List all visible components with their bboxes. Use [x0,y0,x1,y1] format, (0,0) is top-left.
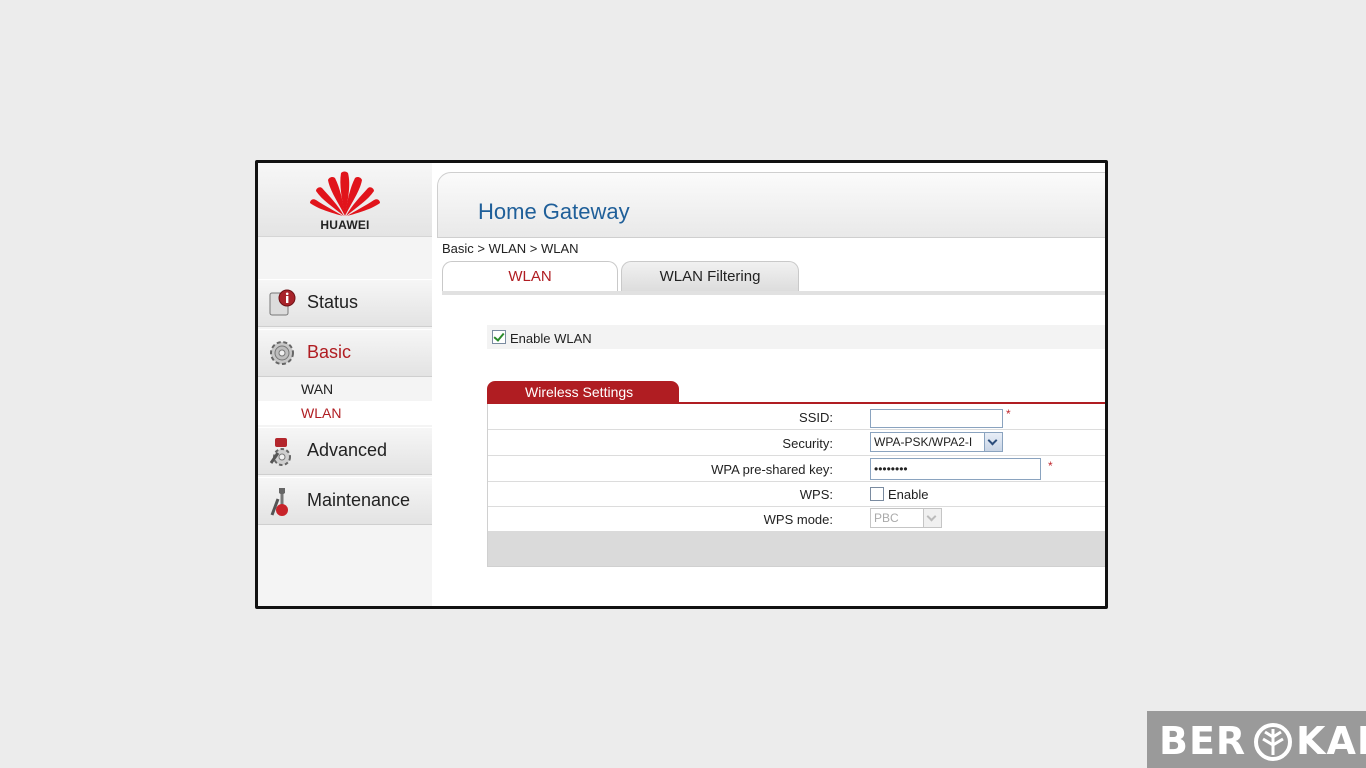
wps-enable-checkbox[interactable] [870,487,884,501]
wps-enable-label: Enable [888,487,929,502]
watermark-text-left: BER [1159,719,1247,763]
security-value: WPA-PSK/WPA2-I [874,435,973,449]
watermark-logo: BER KAL [1147,711,1366,768]
enable-wlan-label: Enable WLAN [510,331,592,346]
required-mark: * [1006,407,1011,421]
sidebar-item-label: Basic [307,342,352,362]
required-mark: * [1048,459,1053,473]
maintenance-wrench-icon [270,488,288,516]
ssid-input[interactable] [870,409,1003,428]
gear-icon [270,341,294,365]
brand-logo: HUAWEI [258,163,432,237]
sidebar-item-basic[interactable]: Basic [258,329,432,377]
wps-mode-label: WPS mode: [763,512,833,527]
psk-label: WPA pre-shared key: [711,462,833,477]
wireless-settings-title: Wireless Settings [525,384,634,400]
breadcrumb: Basic > WLAN > WLAN [442,241,579,256]
page-title: Home Gateway [478,199,630,224]
form-footer-bar [488,531,1105,566]
tab-wlan[interactable]: WLAN [442,261,618,292]
page-header: Home Gateway [437,172,1105,238]
tab-divider [442,291,1105,295]
wps-mode-select: PBC [870,508,942,528]
enable-wlan-row: Enable WLAN [487,325,1105,349]
ssid-label: SSID: [799,410,833,425]
security-select[interactable]: WPA-PSK/WPA2-I [870,432,1003,452]
security-row: Security: WPA-PSK/WPA2-I [488,430,1105,456]
wps-row: WPS: Enable [488,481,1105,507]
brand-name: HUAWEI [320,218,370,232]
chevron-down-icon [984,433,1002,451]
wireless-settings-panel: SSID: * Security: WPA-PSK/WPA2-I WPA pre… [487,404,1105,567]
main-content: Home Gateway Basic > WLAN > WLAN WLAN WL… [432,163,1105,606]
psk-row: WPA pre-shared key: •••••••• * [488,456,1105,482]
tab-wlan-filtering[interactable]: WLAN Filtering [621,261,799,292]
sidebar-item-status[interactable]: Status [258,279,432,327]
enable-wlan-checkbox[interactable] [492,330,506,344]
status-info-icon [269,289,296,316]
advanced-tools-icon [269,438,291,466]
security-label: Security: [782,436,833,451]
sidebar-item-label: Status [307,292,359,312]
wireless-settings-header: Wireless Settings [487,381,679,403]
sidebar-subitem-label: WLAN [301,405,342,421]
huawei-logo-icon [310,171,380,216]
watermark-text-right: KAL [1296,719,1366,763]
sidebar-item-label: Maintenance [307,490,411,510]
psk-password-input[interactable]: •••••••• [870,458,1041,480]
ssid-row: SSID: * [488,404,1105,430]
wps-mode-value: PBC [874,511,899,525]
wps-label: WPS: [799,487,833,502]
wps-mode-row: WPS mode: PBC [488,506,1105,531]
leaf-logo-icon [1254,723,1292,761]
sidebar-subitem-wlan[interactable]: WLAN [258,401,432,425]
sidebar: HUAWEI Status Basic WAN WLAN Advanced Ma… [258,163,432,606]
sidebar-subitem-label: WAN [301,381,334,397]
sidebar-item-label: Advanced [307,440,388,460]
chevron-down-icon [923,509,941,527]
sidebar-item-advanced[interactable]: Advanced [258,427,432,475]
router-admin-window: HUAWEI Status Basic WAN WLAN Advanced Ma… [255,160,1108,609]
sidebar-item-maintenance[interactable]: Maintenance [258,477,432,525]
sidebar-subitem-wan[interactable]: WAN [258,377,432,401]
